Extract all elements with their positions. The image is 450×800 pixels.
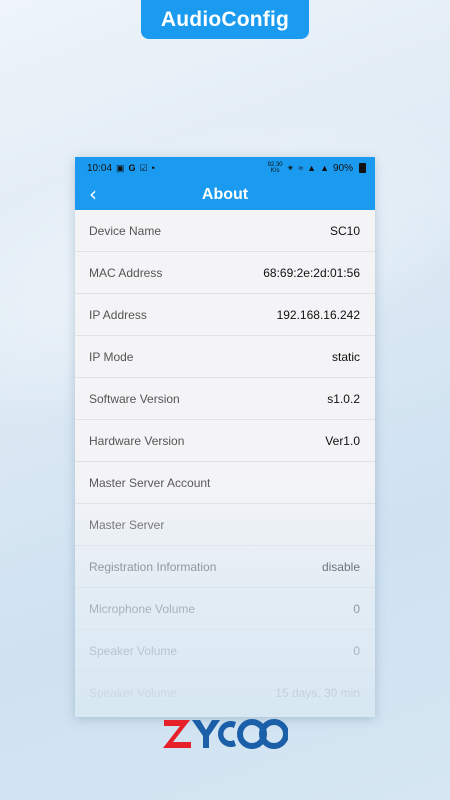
- row-value: 0: [353, 643, 360, 658]
- row-label: MAC Address: [89, 265, 163, 280]
- gallery-icon: ▣: [116, 162, 125, 173]
- battery-icon: [359, 163, 366, 173]
- row-value: static: [331, 349, 360, 364]
- zycoo-logo: [163, 719, 288, 749]
- signal-icon: ▲: [307, 163, 317, 173]
- wifi-icon: ≈: [298, 163, 304, 173]
- row-label: Speaker Volume: [89, 643, 178, 658]
- network-speed: 92.30 K/s: [267, 162, 283, 174]
- row-value: disable: [321, 559, 360, 574]
- info-row-ip-address: IP Address 192.168.16.242: [75, 294, 375, 336]
- info-row-device-name: Device Name SC10: [75, 210, 375, 252]
- battery-percent: 90%: [332, 162, 353, 174]
- logo-ycoo-letters: [192, 719, 288, 749]
- row-label: IP Mode: [89, 349, 134, 364]
- info-row-hardware-version: Hardware Version Ver1.0: [75, 420, 375, 462]
- header-bar: ‹ About: [75, 179, 375, 210]
- row-value: Ver1.0: [325, 433, 360, 448]
- info-row-registration-information: Registration Information disable: [75, 546, 375, 588]
- row-label: Registration Information: [89, 559, 217, 574]
- row-label: Master Server: [89, 517, 165, 532]
- row-value: 192.168.16.242: [276, 307, 360, 322]
- phone-screen: 10:04 ▣ G ☑ • 92.30 K/s ✴ ≈ ▲ ▲ 90% ‹ Ab…: [75, 157, 375, 717]
- row-label: Hardware Version: [89, 433, 185, 448]
- info-row-speaker-volume: Speaker Volume 0: [75, 630, 375, 672]
- dot-icon: •: [151, 163, 155, 173]
- row-label: Speaker Volume: [89, 685, 178, 700]
- info-row-ip-mode: IP Mode static: [75, 336, 375, 378]
- row-value: 68:69:2e:2d:01:56: [263, 265, 360, 280]
- app-name-badge: AudioConfig: [141, 0, 309, 39]
- info-list: Device Name SC10 MAC Address 68:69:2e:2d…: [75, 210, 375, 714]
- row-value: 0: [353, 601, 360, 616]
- status-time: 10:04: [87, 162, 113, 174]
- row-value: 15 days, 30 min: [275, 685, 360, 700]
- status-bar: 10:04 ▣ G ☑ • 92.30 K/s ✴ ≈ ▲ ▲ 90%: [75, 157, 375, 179]
- bluetooth-icon: ✴: [286, 162, 295, 173]
- row-label: Device Name: [89, 223, 162, 238]
- row-value: s1.0.2: [327, 391, 360, 406]
- check-icon: ☑: [139, 162, 148, 173]
- signal-icon-2: ▲: [320, 163, 329, 173]
- info-row-mac-address: MAC Address 68:69:2e:2d:01:56: [75, 252, 375, 294]
- info-row-software-version: Software Version s1.0.2: [75, 378, 375, 420]
- info-row-uptime: Speaker Volume 15 days, 30 min: [75, 672, 375, 714]
- info-row-master-server-account: Master Server Account: [75, 462, 375, 504]
- row-value: SC10: [329, 223, 360, 238]
- logo-z-letter: [163, 720, 191, 748]
- chevron-left-icon[interactable]: ‹: [89, 182, 97, 206]
- info-row-master-server: Master Server: [75, 504, 375, 546]
- page-title: About: [201, 185, 249, 203]
- info-row-microphone-volume: Microphone Volume 0: [75, 588, 375, 630]
- google-icon: G: [128, 163, 136, 173]
- row-label: Microphone Volume: [89, 601, 196, 616]
- row-label: IP Address: [89, 307, 147, 322]
- row-label: Master Server Account: [89, 475, 211, 490]
- row-label: Software Version: [89, 391, 180, 406]
